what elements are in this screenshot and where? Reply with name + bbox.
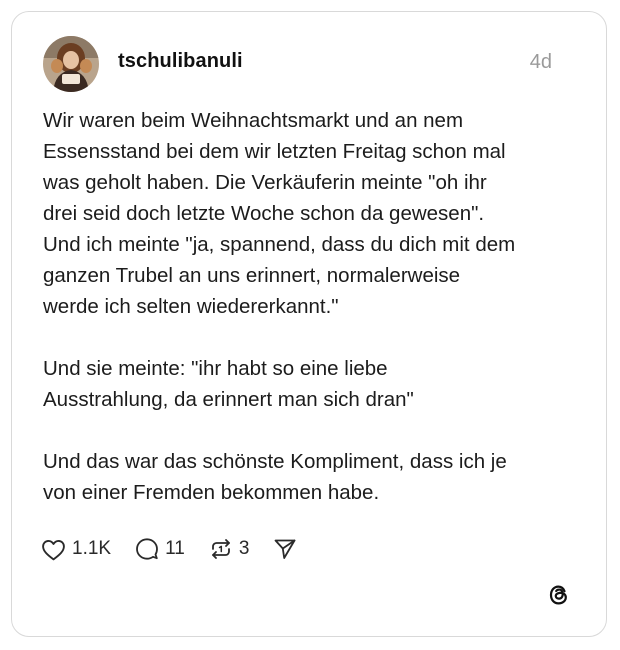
reply-button[interactable]: 11 bbox=[135, 537, 185, 561]
like-count: 1.1K bbox=[72, 538, 112, 559]
comment-icon bbox=[136, 538, 158, 560]
timestamp: 4d bbox=[529, 51, 552, 73]
threads-logo-icon bbox=[546, 582, 572, 608]
like-button[interactable]: 1.1K bbox=[41, 538, 111, 561]
action-bar: 1.1K 11 3 bbox=[41, 534, 321, 564]
username[interactable]: tschulibanuli bbox=[118, 50, 243, 73]
repost-icon bbox=[211, 539, 230, 559]
reply-count: 11 bbox=[165, 538, 185, 559]
avatar[interactable] bbox=[43, 36, 99, 92]
post-card: tschulibanuli 4d Wir waren beim Weihnach… bbox=[11, 11, 607, 637]
post-paragraph: Und das war das schönste Kompliment, das… bbox=[43, 450, 507, 504]
post-paragraph: Wir waren beim Weihnachtsmarkt und an ne… bbox=[43, 109, 516, 318]
post-body: Wir waren beim Weihnachtsmarkt und an ne… bbox=[43, 105, 583, 508]
repost-count: 3 bbox=[238, 538, 250, 559]
heart-icon bbox=[42, 539, 65, 560]
share-button[interactable] bbox=[273, 537, 297, 561]
send-icon bbox=[275, 539, 296, 559]
repost-button[interactable]: 3 bbox=[209, 537, 250, 561]
post-paragraph: Und sie meinte: "ihr habt so eine liebe … bbox=[43, 357, 414, 411]
